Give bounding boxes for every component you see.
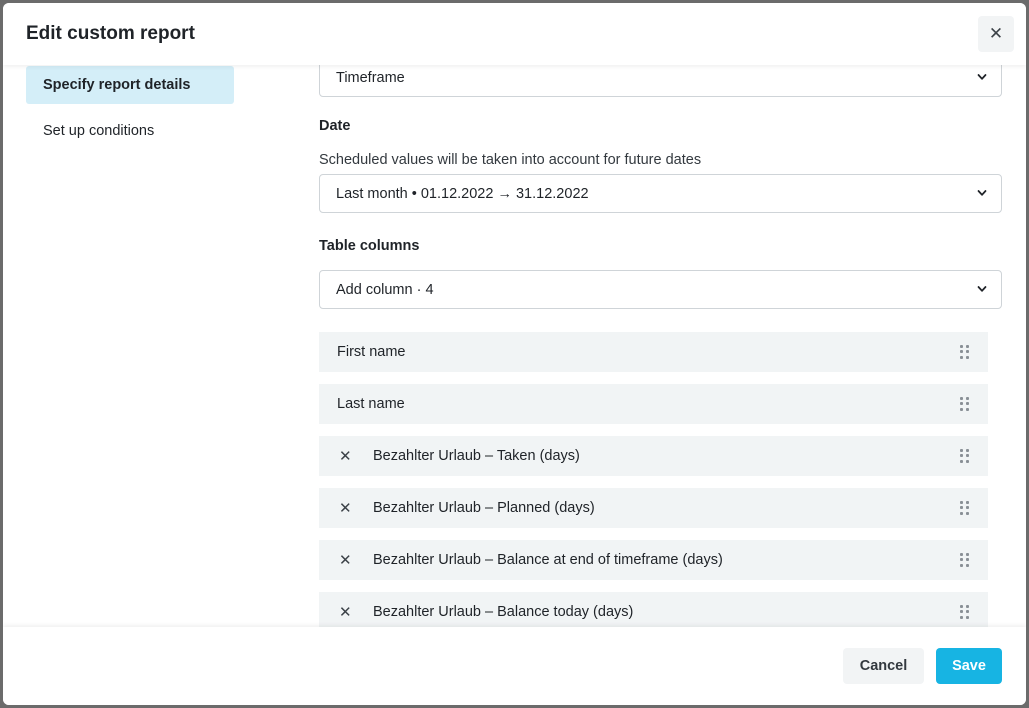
column-row-balance-end[interactable]: ✕ Bezahlter Urlaub – Balance at end of t… xyxy=(319,540,988,580)
date-hint: Scheduled values will be taken into acco… xyxy=(319,152,702,168)
remove-column-icon[interactable]: ✕ xyxy=(339,603,352,621)
date-select-value: Last month • 01.12.2022 → 31.12.2022 xyxy=(336,185,589,202)
column-name: Bezahlter Urlaub – Taken (days) xyxy=(373,448,580,464)
date-select[interactable]: Last month • 01.12.2022 → 31.12.2022 xyxy=(319,174,1002,213)
sidebar-item-specify-report-details[interactable]: Specify report details xyxy=(26,66,234,104)
close-button[interactable]: ✕ xyxy=(978,16,1014,52)
table-columns-label: Table columns xyxy=(319,238,420,254)
add-column-select-value: Add column · 4 xyxy=(336,281,434,298)
timeframe-select-value: Timeframe xyxy=(336,69,405,86)
column-name: First name xyxy=(337,344,406,360)
sidebar-item-label: Set up conditions xyxy=(43,123,155,139)
column-row-first-name[interactable]: First name xyxy=(319,332,988,372)
drag-handle-icon[interactable] xyxy=(960,397,970,411)
modal-footer: Cancel Save xyxy=(3,627,1026,705)
column-row-taken[interactable]: ✕ Bezahlter Urlaub – Taken (days) xyxy=(319,436,988,476)
edit-report-modal: Timeframe Date Scheduled values will be … xyxy=(3,3,1026,705)
modal-header: Edit custom report ✕ xyxy=(3,3,1026,65)
cancel-button[interactable]: Cancel xyxy=(843,648,924,684)
chevron-down-icon xyxy=(977,74,987,80)
report-details-panel: Timeframe Date Scheduled values will be … xyxy=(319,3,1003,632)
date-label: Date xyxy=(319,118,351,134)
save-button[interactable]: Save xyxy=(936,648,1002,684)
modal-title: Edit custom report xyxy=(26,23,195,44)
sidebar-item-set-up-conditions[interactable]: Set up conditions xyxy=(26,112,234,150)
column-row-last-name[interactable]: Last name xyxy=(319,384,988,424)
add-column-select[interactable]: Add column · 4 xyxy=(319,270,1002,309)
drag-handle-icon[interactable] xyxy=(960,501,970,515)
column-row-balance-today[interactable]: ✕ Bezahlter Urlaub – Balance today (days… xyxy=(319,592,988,632)
chevron-down-icon xyxy=(977,286,987,292)
column-name: Last name xyxy=(337,396,405,412)
column-name: Bezahlter Urlaub – Balance at end of tim… xyxy=(373,552,723,568)
column-name: Bezahlter Urlaub – Planned (days) xyxy=(373,500,595,516)
remove-column-icon[interactable]: ✕ xyxy=(339,499,352,517)
remove-column-icon[interactable]: ✕ xyxy=(339,551,352,569)
modal-sidebar-nav: Specify report details Set up conditions xyxy=(26,66,234,158)
column-row-planned[interactable]: ✕ Bezahlter Urlaub – Planned (days) xyxy=(319,488,988,528)
drag-handle-icon[interactable] xyxy=(960,605,970,619)
chevron-down-icon xyxy=(977,190,987,196)
sidebar-item-label: Specify report details xyxy=(43,77,191,93)
close-icon: ✕ xyxy=(988,24,1004,43)
drag-handle-icon[interactable] xyxy=(960,449,970,463)
drag-handle-icon[interactable] xyxy=(960,553,970,567)
drag-handle-icon[interactable] xyxy=(960,345,970,359)
remove-column-icon[interactable]: ✕ xyxy=(339,447,352,465)
column-name: Bezahlter Urlaub – Balance today (days) xyxy=(373,604,634,620)
